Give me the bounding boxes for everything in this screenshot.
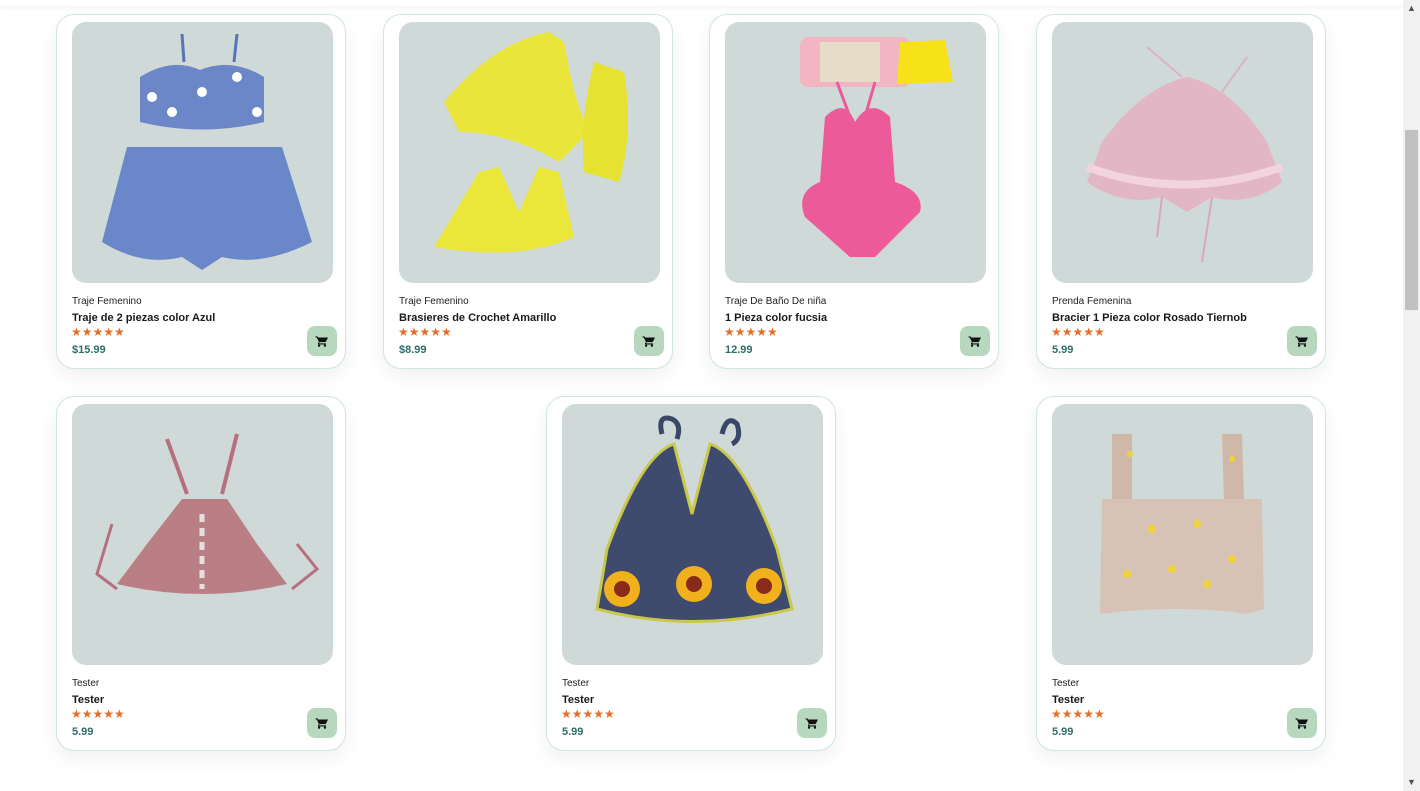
product-rating: ★★★★★ — [71, 707, 125, 721]
cart-icon — [315, 718, 329, 729]
header-strip — [0, 0, 1403, 6]
product-image[interactable] — [399, 22, 660, 283]
add-to-cart-button[interactable] — [1287, 708, 1317, 738]
product-category: Traje De Baño De niña — [725, 296, 827, 307]
product-name[interactable]: Tester — [72, 694, 104, 706]
add-to-cart-button[interactable] — [960, 326, 990, 356]
cart-icon — [1295, 336, 1309, 347]
product-rating: ★★★★★ — [1051, 707, 1105, 721]
product-price: $8.99 — [399, 344, 427, 356]
product-image[interactable] — [72, 22, 333, 283]
product-card[interactable]: Traje Femenino Brasieres de Crochet Amar… — [383, 14, 673, 369]
product-price: 5.99 — [72, 726, 94, 738]
cart-icon — [1295, 718, 1309, 729]
scroll-up-arrow-icon[interactable]: ▲ — [1403, 0, 1420, 17]
add-to-cart-button[interactable] — [797, 708, 827, 738]
product-category: Prenda Femenina — [1052, 296, 1132, 307]
cart-icon — [642, 336, 656, 347]
product-card[interactable]: Prenda Femenina Bracier 1 Pieza color Ro… — [1036, 14, 1326, 369]
product-name[interactable]: Bracier 1 Pieza color Rosado Tiernob — [1052, 312, 1247, 324]
product-card[interactable]: Tester Tester ★★★★★ 5.99 — [56, 396, 346, 751]
add-to-cart-button[interactable] — [634, 326, 664, 356]
add-to-cart-button[interactable] — [1287, 326, 1317, 356]
product-image[interactable] — [725, 22, 986, 283]
product-category: Tester — [72, 678, 100, 689]
cart-icon — [315, 336, 329, 347]
cart-icon — [805, 718, 819, 729]
product-image[interactable] — [1052, 404, 1313, 665]
product-image[interactable] — [72, 404, 333, 665]
add-to-cart-button[interactable] — [307, 708, 337, 738]
add-to-cart-button[interactable] — [307, 326, 337, 356]
product-name[interactable]: Brasieres de Crochet Amarillo — [399, 312, 556, 324]
product-name[interactable]: 1 Pieza color fucsia — [725, 312, 827, 324]
cart-icon — [968, 336, 982, 347]
product-price: 5.99 — [562, 726, 584, 738]
product-name[interactable]: Tester — [562, 694, 594, 706]
scroll-down-arrow-icon[interactable]: ▼ — [1403, 774, 1420, 791]
product-rating: ★★★★★ — [561, 707, 615, 721]
product-rating: ★★★★★ — [1051, 325, 1105, 339]
product-card[interactable]: Tester Tester ★★★★★ 5.99 — [546, 396, 836, 751]
product-rating: ★★★★★ — [398, 325, 452, 339]
product-category: Tester — [1052, 678, 1080, 689]
product-card[interactable]: Tester Tester ★★★★★ 5.99 — [1036, 396, 1326, 751]
product-category: Traje Femenino — [399, 296, 469, 307]
product-price: 5.99 — [1052, 344, 1074, 356]
page-scrollbar[interactable]: ▲ ▼ — [1403, 0, 1420, 791]
scrollbar-thumb[interactable] — [1405, 130, 1418, 310]
product-image[interactable] — [562, 404, 823, 665]
product-rating: ★★★★★ — [724, 325, 778, 339]
product-category: Tester — [562, 678, 590, 689]
product-card[interactable]: Traje Femenino Traje de 2 piezas color A… — [56, 14, 346, 369]
product-price: $15.99 — [72, 344, 106, 356]
product-category: Traje Femenino — [72, 296, 142, 307]
product-card[interactable]: Traje De Baño De niña 1 Pieza color fucs… — [709, 14, 999, 369]
product-price: 5.99 — [1052, 726, 1074, 738]
product-price: 12.99 — [725, 344, 753, 356]
product-image[interactable] — [1052, 22, 1313, 283]
product-name[interactable]: Traje de 2 piezas color Azul — [72, 312, 215, 324]
product-rating: ★★★★★ — [71, 325, 125, 339]
product-name[interactable]: Tester — [1052, 694, 1084, 706]
